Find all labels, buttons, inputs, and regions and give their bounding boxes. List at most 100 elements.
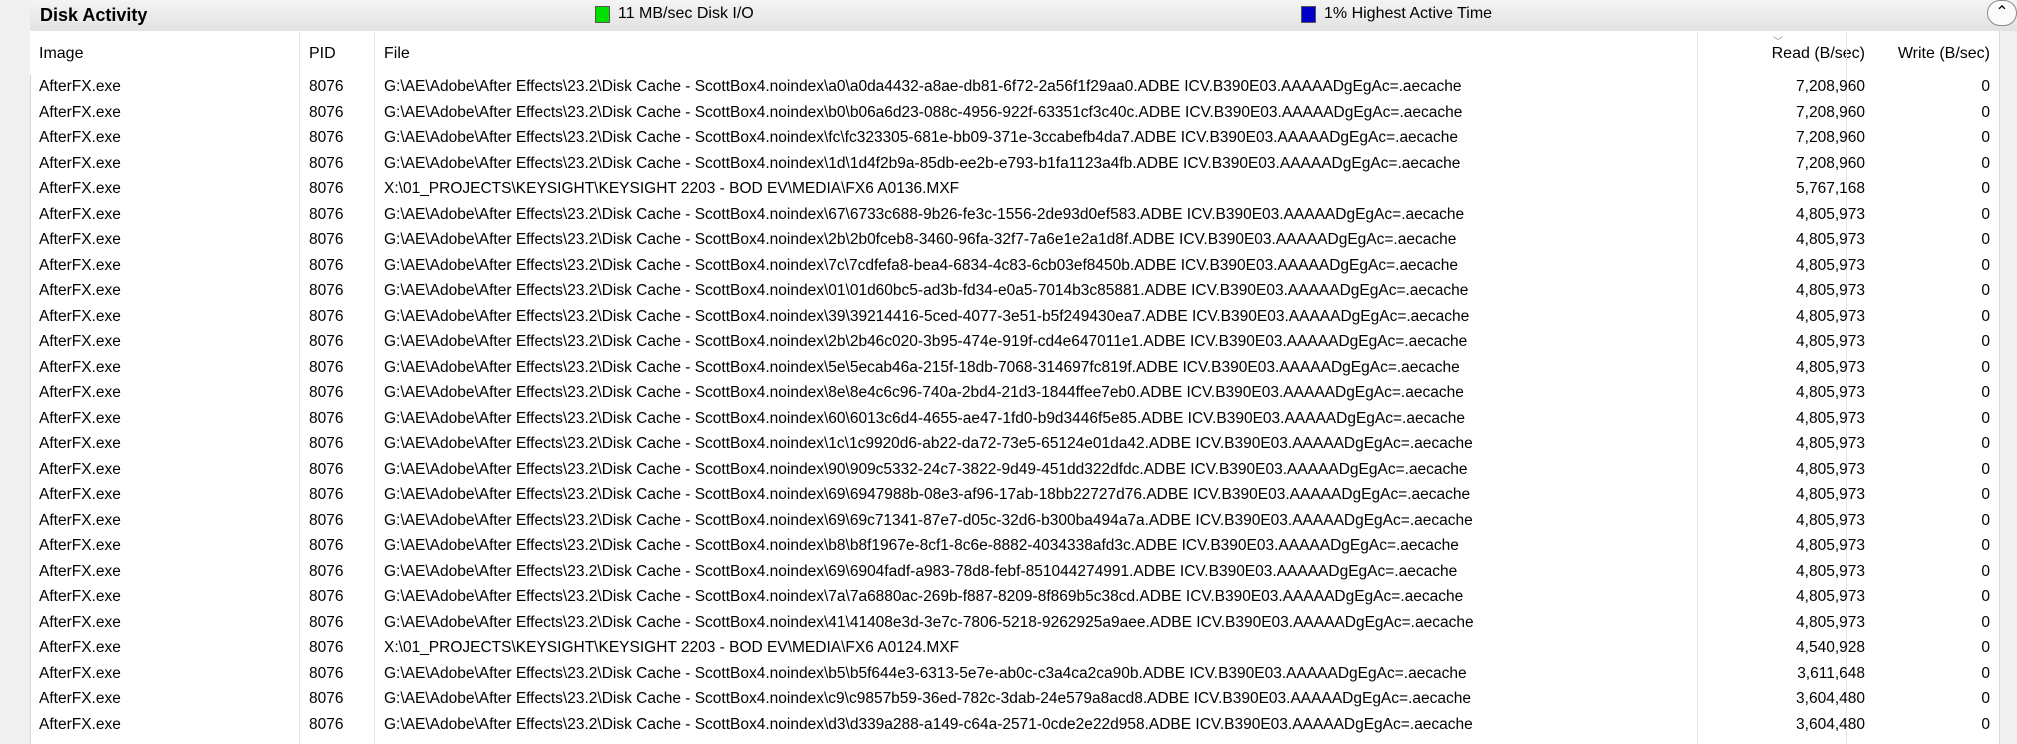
read-rate-cell: 4,805,973 [1796,613,1865,631]
table-row[interactable]: AfterFX.exe 8076 G:\AE\Adobe\After Effects… [30,330,2000,356]
file-path-cell: G:\AE\Adobe\After Effects\23.2\Disk Cach… [384,384,1464,401]
table-row[interactable]: AfterFX.exe 8076 G:\AE\Adobe\After Effects… [30,305,2000,331]
read-rate-cell: 4,805,973 [1796,282,1865,299]
table-row[interactable]: AfterFX.exe 8076 G:\AE\Adobe\After Effects… [30,228,2000,254]
collapse-section-button[interactable]: ⌃ [1987,0,2017,26]
read-rate-cell: 7,208,960 [1796,129,1865,146]
column-header-pid[interactable]: PID [309,45,336,63]
write-rate-cell: 0 [1981,511,1990,529]
image-cell: AfterFX.exe [39,384,121,401]
image-cell: AfterFX.exe [39,613,121,631]
file-path-cell: G:\AE\Adobe\After Effects\23.2\Disk Cach… [384,511,1473,529]
write-rate-cell: 0 [1981,562,1990,580]
table-row[interactable]: AfterFX.exe 8076 G:\AE\Adobe\After Effects… [30,203,2000,229]
write-rate-cell: 0 [1981,715,1990,733]
table-row[interactable]: AfterFX.exe 8076 G:\AE\Adobe\After Effects… [30,254,2000,280]
disk-activity-header[interactable]: Disk Activity 11 MB/sec Disk I/O 1% High… [30,0,2017,32]
write-rate-cell: 0 [1981,588,1990,605]
read-rate-cell: 4,805,973 [1796,460,1865,478]
column-header-row: Image PID File Read (B/sec) Write (B/sec… [30,31,2000,75]
file-path-cell: G:\AE\Adobe\After Effects\23.2\Disk Cach… [384,78,1462,95]
read-rate-cell: 3,611,648 [1797,664,1865,682]
write-rate-cell: 0 [1981,409,1990,427]
pid-cell: 8076 [309,664,344,682]
table-row[interactable]: AfterFX.exe 8076 G:\AE\Adobe\After Effects… [30,356,2000,382]
image-cell: AfterFX.exe [39,715,121,733]
vertical-scrollbar[interactable] [1999,31,2017,744]
table-row[interactable]: AfterFX.exe 8076 G:\AE\Adobe\After Effects… [30,432,2000,458]
file-path-cell: G:\AE\Adobe\After Effects\23.2\Disk Cach… [384,409,1465,427]
pid-cell: 8076 [309,384,344,401]
table-row[interactable]: AfterFX.exe 8076 G:\AE\Adobe\After Effects… [30,152,2000,178]
image-cell: AfterFX.exe [39,256,121,274]
table-row[interactable]: AfterFX.exe 8076 X:\01_PROJECTS\KEYSIGHT\K… [30,636,2000,662]
table-row[interactable]: AfterFX.exe 8076 G:\AE\Adobe\After Effects… [30,407,2000,433]
write-rate-cell: 0 [1981,103,1990,121]
write-rate-cell: 0 [1981,384,1990,401]
file-path-cell: G:\AE\Adobe\After Effects\23.2\Disk Cach… [384,588,1464,605]
image-cell: AfterFX.exe [39,537,121,554]
file-path-cell: G:\AE\Adobe\After Effects\23.2\Disk Cach… [384,256,1459,274]
file-path-cell: G:\AE\Adobe\After Effects\23.2\Disk Cach… [384,460,1468,478]
table-row[interactable]: AfterFX.exe 8076 G:\AE\Adobe\After Effects… [30,101,2000,127]
active-time-legend: 1% Highest Active Time [1301,5,1492,23]
table-row[interactable]: AfterFX.exe 8076 G:\AE\Adobe\After Effects… [30,279,2000,305]
write-rate-cell: 0 [1981,613,1990,631]
table-row[interactable]: AfterFX.exe 8076 G:\AE\Adobe\After Effects… [30,560,2000,586]
read-rate-cell: 7,208,960 [1796,154,1865,172]
table-row[interactable]: AfterFX.exe 8076 G:\AE\Adobe\After Effects… [30,662,2000,688]
image-cell: AfterFX.exe [39,129,121,146]
image-cell: AfterFX.exe [39,664,121,682]
disk-io-legend: 11 MB/sec Disk I/O [595,5,754,23]
column-header-read[interactable]: Read (B/sec) [1772,45,1865,63]
table-row[interactable]: AfterFX.exe 8076 G:\AE\Adobe\After Effects… [30,483,2000,509]
table-row[interactable]: AfterFX.exe 8076 G:\AE\Adobe\After Effects… [30,126,2000,152]
column-header-image[interactable]: Image [39,45,83,63]
pid-cell: 8076 [309,333,344,350]
write-rate-cell: 0 [1981,78,1990,95]
file-path-cell: G:\AE\Adobe\After Effects\23.2\Disk Cach… [384,333,1468,350]
image-cell: AfterFX.exe [39,409,121,427]
pid-cell: 8076 [309,435,344,452]
pid-cell: 8076 [309,256,344,274]
write-rate-cell: 0 [1981,282,1990,299]
image-cell: AfterFX.exe [39,333,121,350]
pid-cell: 8076 [309,103,344,121]
pid-cell: 8076 [309,129,344,146]
read-rate-cell: 7,208,960 [1796,103,1865,121]
table-row[interactable]: AfterFX.exe 8076 G:\AE\Adobe\After Effects… [30,611,2000,637]
read-rate-cell: 7,208,960 [1796,78,1865,95]
write-rate-cell: 0 [1981,129,1990,146]
pid-cell: 8076 [309,358,344,376]
column-header-write[interactable]: Write (B/sec) [1898,45,1990,63]
read-rate-cell: 4,540,928 [1796,639,1865,656]
file-path-cell: G:\AE\Adobe\After Effects\23.2\Disk Cach… [384,103,1463,121]
table-row[interactable]: AfterFX.exe 8076 G:\AE\Adobe\After Effects… [30,687,2000,713]
pid-cell: 8076 [309,511,344,529]
pid-cell: 8076 [309,537,344,554]
pid-cell: 8076 [309,460,344,478]
pid-cell: 8076 [309,486,344,503]
table-row[interactable]: AfterFX.exe 8076 G:\AE\Adobe\After Effects… [30,509,2000,535]
pid-cell: 8076 [309,715,344,733]
file-path-cell: G:\AE\Adobe\After Effects\23.2\Disk Cach… [384,154,1461,172]
file-path-cell: G:\AE\Adobe\After Effects\23.2\Disk Cach… [384,690,1471,707]
column-header-file[interactable]: File [384,45,410,63]
pid-cell: 8076 [309,180,344,197]
file-path-cell: G:\AE\Adobe\After Effects\23.2\Disk Cach… [384,664,1467,682]
table-row[interactable]: AfterFX.exe 8076 G:\AE\Adobe\After Effects… [30,585,2000,611]
table-row[interactable]: AfterFX.exe 8076 G:\AE\Adobe\After Effects… [30,75,2000,101]
image-cell: AfterFX.exe [39,358,121,376]
file-path-cell: G:\AE\Adobe\After Effects\23.2\Disk Cach… [384,435,1473,452]
table-row[interactable]: AfterFX.exe 8076 G:\AE\Adobe\After Effects… [30,534,2000,560]
write-rate-cell: 0 [1981,537,1990,554]
file-path-cell: G:\AE\Adobe\After Effects\23.2\Disk Cach… [384,562,1458,580]
write-rate-cell: 0 [1981,307,1990,325]
table-row[interactable]: AfterFX.exe 8076 G:\AE\Adobe\After Effects… [30,458,2000,484]
image-cell: AfterFX.exe [39,435,121,452]
table-row[interactable]: AfterFX.exe 8076 G:\AE\Adobe\After Effects… [30,713,2000,739]
table-row[interactable]: AfterFX.exe 8076 G:\AE\Adobe\After Effects… [30,381,2000,407]
file-path-cell: G:\AE\Adobe\After Effects\23.2\Disk Cach… [384,231,1457,248]
disk-activity-table: AfterFX.exe 8076 G:\AE\Adobe\After Effects… [30,75,2000,738]
table-row[interactable]: AfterFX.exe 8076 X:\01_PROJECTS\KEYSIGHT\K… [30,177,2000,203]
